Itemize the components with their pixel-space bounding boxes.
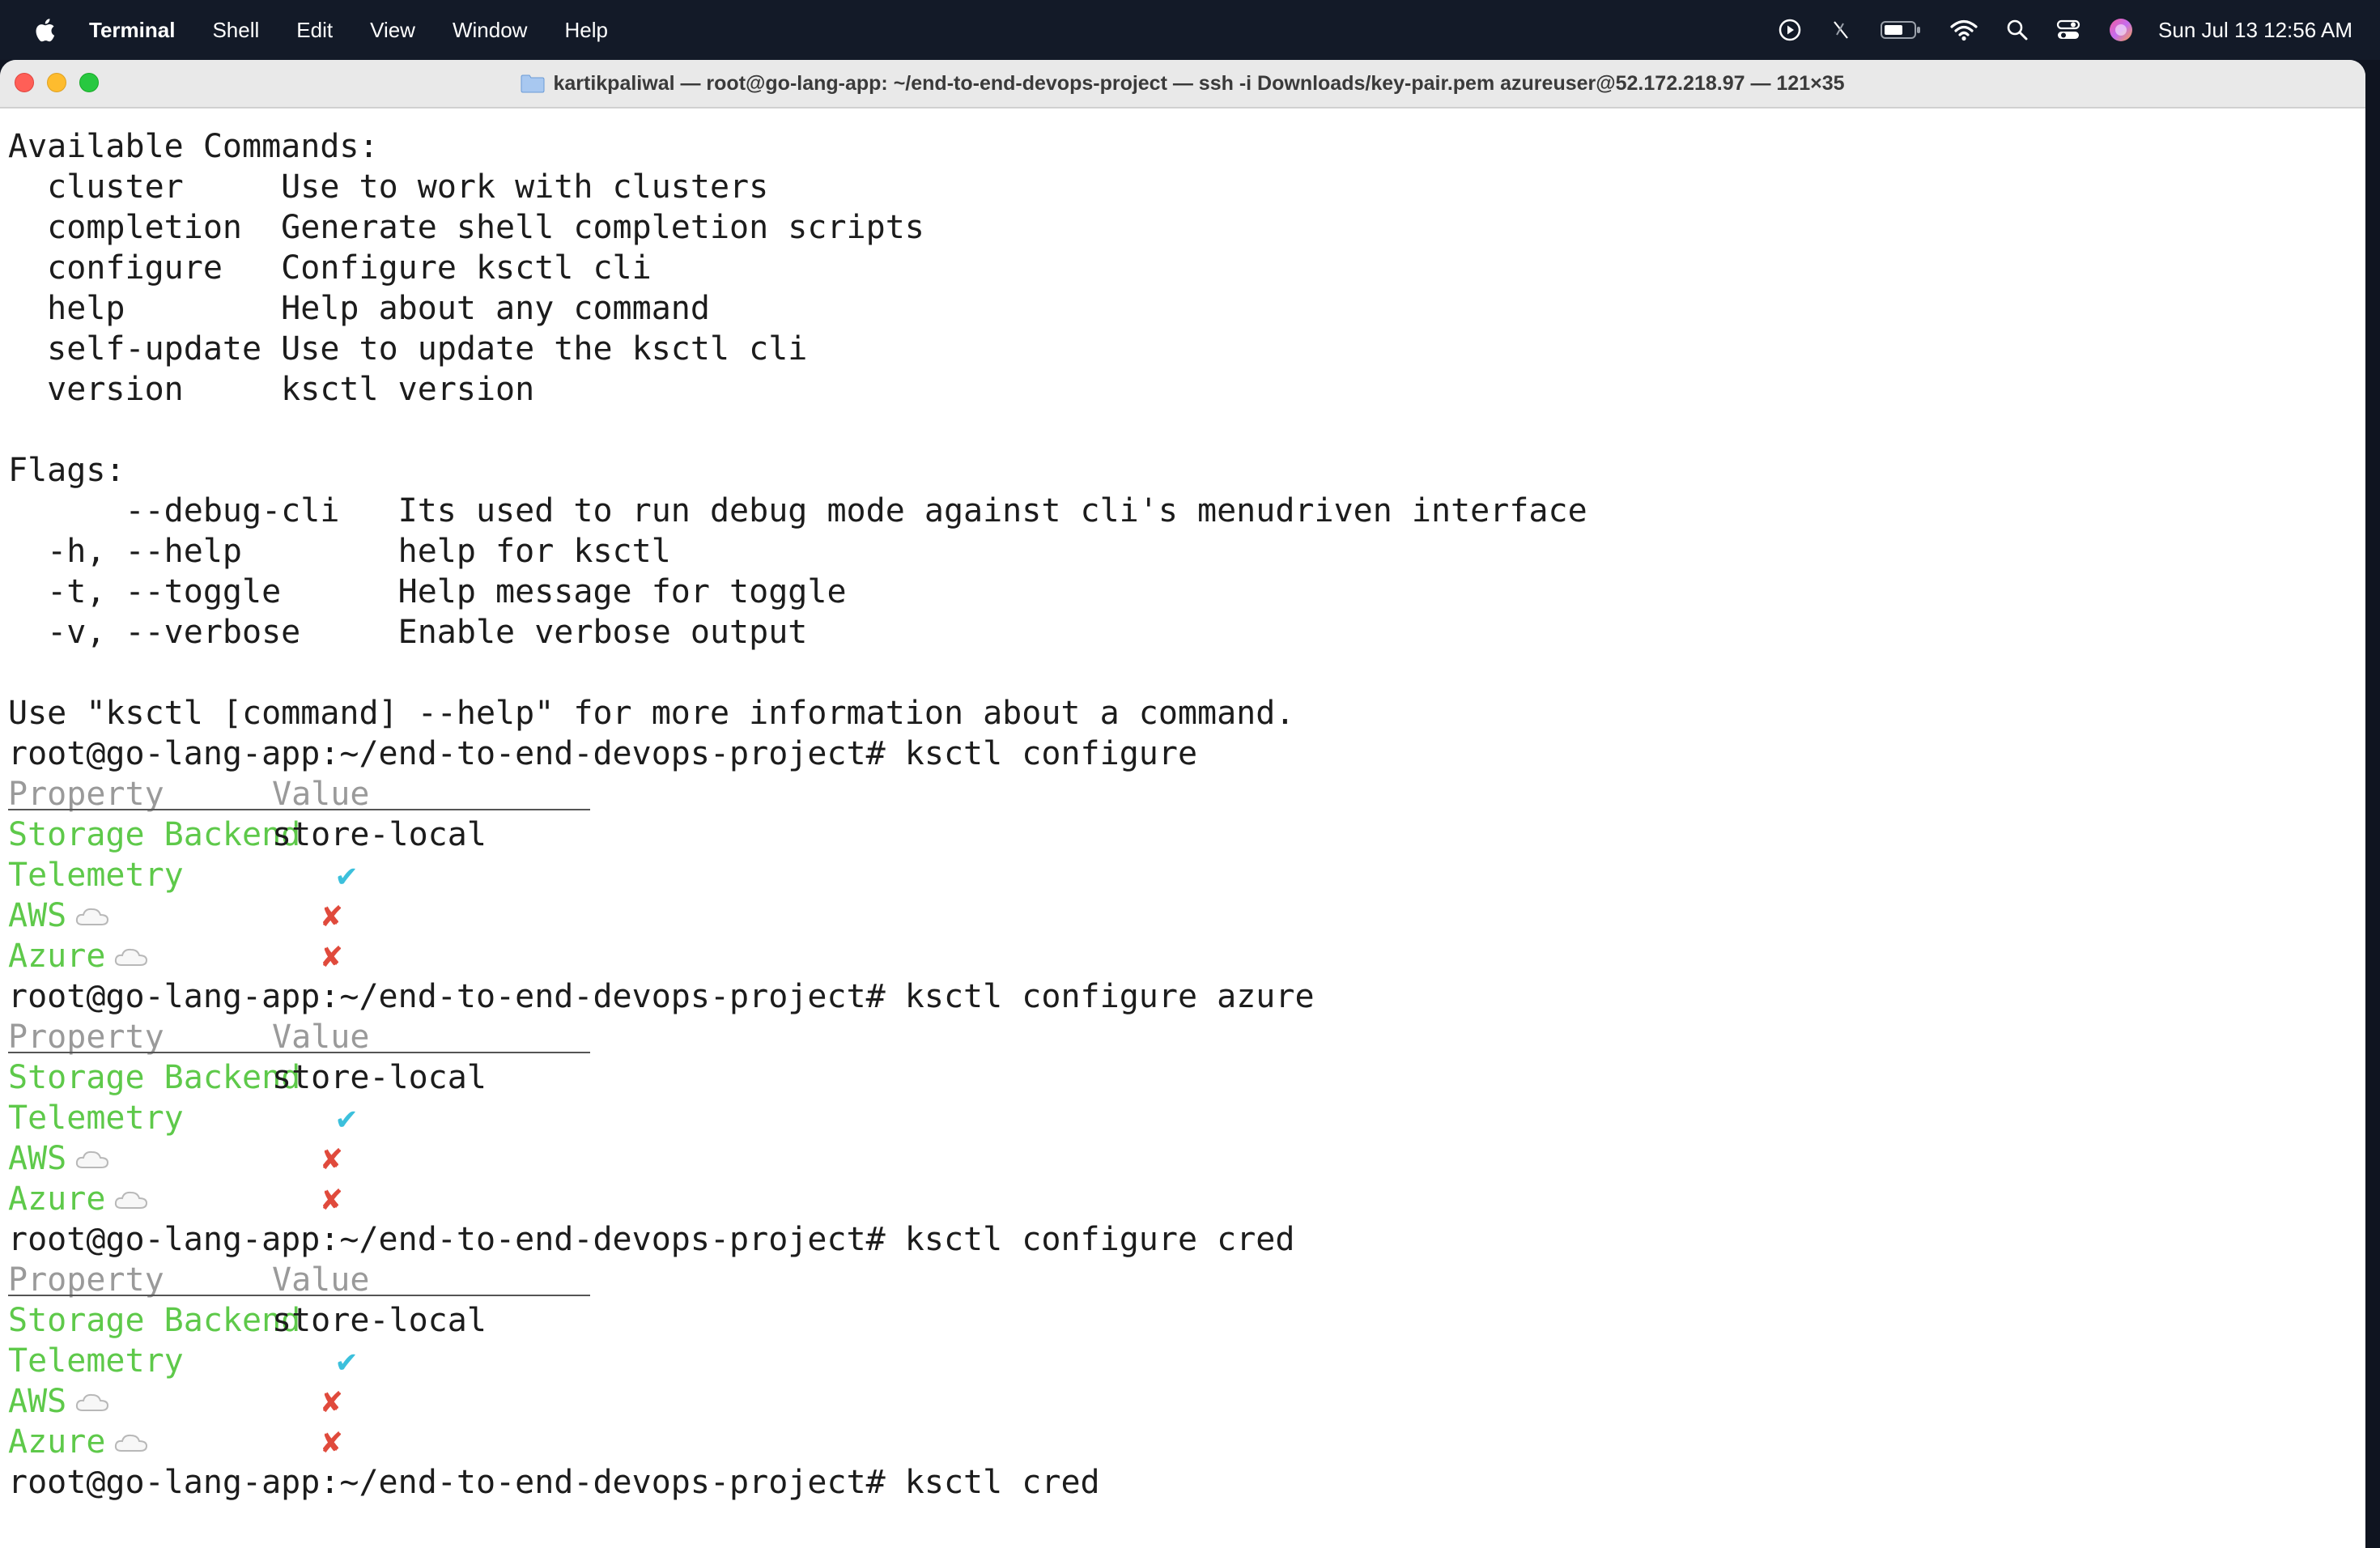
- flag-row: -h, --help help for ksctl: [8, 533, 671, 570]
- menu-help[interactable]: Help: [564, 18, 607, 43]
- wifi-icon[interactable]: [1949, 0, 1978, 60]
- cloud-icon: [113, 938, 149, 978]
- menu-shell[interactable]: Shell: [212, 18, 259, 43]
- flag-row: --debug-cli Its used to run debug mode a…: [8, 492, 1587, 529]
- command-row: version ksctl version: [8, 371, 535, 408]
- window-controls: [15, 73, 112, 92]
- command-row: help Help about any command: [8, 290, 710, 327]
- typed-command: ksctl configure: [904, 735, 1198, 772]
- config-row-storage: Storage Backendstore-local: [8, 1302, 487, 1339]
- check-icon: ✔: [337, 857, 357, 894]
- play-circle-icon[interactable]: [1778, 0, 1802, 60]
- config-row-aws: AWS ✘: [8, 1381, 2348, 1422]
- menu-bar: Terminal Shell Edit View Window Help Sun…: [0, 0, 2380, 60]
- cross-icon: ✘: [322, 938, 342, 975]
- shell-prompt: root@go-lang-app:~/end-to-end-devops-pro…: [8, 978, 886, 1015]
- cloud-icon: [74, 1383, 110, 1423]
- terminal-window: kartikpaliwal — root@go-lang-app: ~/end-…: [0, 60, 2365, 1548]
- config-table-header: Property Value: [8, 774, 2348, 814]
- config-row-storage: Storage Backendstore-local: [8, 816, 487, 853]
- config-row-storage: Storage Backendstore-local: [8, 1059, 487, 1096]
- siri-icon[interactable]: [2108, 0, 2134, 60]
- shell-prompt: root@go-lang-app:~/end-to-end-devops-pro…: [8, 1464, 886, 1501]
- search-icon[interactable]: [2006, 0, 2029, 60]
- menu-clock[interactable]: Sun Jul 13 12:56 AM: [2158, 18, 2352, 43]
- folder-icon: [521, 74, 545, 93]
- config-row-aws: AWS ✘: [8, 895, 2348, 936]
- command-row: completion Generate shell completion scr…: [8, 209, 924, 246]
- available-commands-header: Available Commands:: [8, 128, 379, 165]
- cross-icon: ✘: [322, 1140, 342, 1177]
- typed-command: ksctl configure azure: [904, 978, 1315, 1015]
- status-area: Sun Jul 13 12:56 AM: [1750, 0, 2352, 60]
- menu-window[interactable]: Window: [453, 18, 527, 43]
- config-row-azure: Azure ✘: [8, 1179, 2348, 1219]
- config-table-header: Property Value: [8, 1260, 2348, 1300]
- check-icon: ✔: [337, 1342, 357, 1380]
- menu-app-terminal[interactable]: Terminal: [89, 18, 175, 43]
- flag-row: -v, --verbose Enable verbose output: [8, 614, 808, 651]
- cloud-icon: [74, 1140, 110, 1180]
- config-row-telemetry: Telemetry ✔: [8, 857, 357, 894]
- cloud-icon: [113, 1423, 149, 1464]
- prompt-line: root@go-lang-app:~/end-to-end-devops-pro…: [8, 734, 2348, 774]
- command-row: cluster Use to work with clusters: [8, 168, 769, 206]
- shell-prompt: root@go-lang-app:~/end-to-end-devops-pro…: [8, 735, 886, 772]
- pen-slash-icon[interactable]: [1830, 0, 1852, 60]
- close-window-button[interactable]: [15, 73, 34, 92]
- menu-edit[interactable]: Edit: [296, 18, 333, 43]
- zoom-window-button[interactable]: [79, 73, 99, 92]
- menu-view[interactable]: View: [370, 18, 415, 43]
- config-table-header: Property Value: [8, 1017, 2348, 1057]
- terminal-output[interactable]: Available Commands: cluster Use to work …: [8, 126, 2348, 1535]
- help-footer: Use "ksctl [command] --help" for more in…: [8, 695, 1295, 732]
- apple-icon[interactable]: [32, 16, 57, 44]
- typed-command: ksctl cred: [904, 1464, 1100, 1501]
- prompt-line: root@go-lang-app:~/end-to-end-devops-pro…: [8, 1219, 2348, 1260]
- config-row-azure: Azure ✘: [8, 1422, 2348, 1462]
- flags-header: Flags:: [8, 452, 125, 489]
- config-row-telemetry: Telemetry ✔: [8, 1099, 357, 1137]
- command-row: configure Configure ksctl cli: [8, 249, 652, 287]
- flag-row: -t, --toggle Help message for toggle: [8, 573, 847, 610]
- control-center-icon[interactable]: [2056, 0, 2080, 60]
- window-title: kartikpaliwal — root@go-lang-app: ~/end-…: [553, 71, 1845, 95]
- config-row-telemetry: Telemetry ✔: [8, 1342, 357, 1380]
- cross-icon: ✘: [322, 1383, 342, 1420]
- prompt-line: root@go-lang-app:~/end-to-end-devops-pro…: [8, 976, 2348, 1017]
- typed-command: ksctl configure cred: [904, 1221, 1295, 1258]
- cloud-icon: [74, 897, 110, 938]
- battery-icon[interactable]: [1880, 0, 1922, 60]
- window-titlebar[interactable]: kartikpaliwal — root@go-lang-app: ~/end-…: [0, 60, 2365, 108]
- cross-icon: ✘: [322, 1423, 342, 1461]
- config-row-azure: Azure ✘: [8, 936, 2348, 976]
- command-row: self-update Use to update the ksctl cli: [8, 330, 808, 368]
- check-icon: ✔: [337, 1099, 357, 1137]
- config-row-aws: AWS ✘: [8, 1138, 2348, 1179]
- shell-prompt: root@go-lang-app:~/end-to-end-devops-pro…: [8, 1221, 886, 1258]
- cross-icon: ✘: [322, 1180, 342, 1218]
- prompt-line-current: root@go-lang-app:~/end-to-end-devops-pro…: [8, 1462, 2348, 1503]
- minimize-window-button[interactable]: [47, 73, 66, 92]
- cloud-icon: [113, 1180, 149, 1221]
- cross-icon: ✘: [322, 897, 342, 934]
